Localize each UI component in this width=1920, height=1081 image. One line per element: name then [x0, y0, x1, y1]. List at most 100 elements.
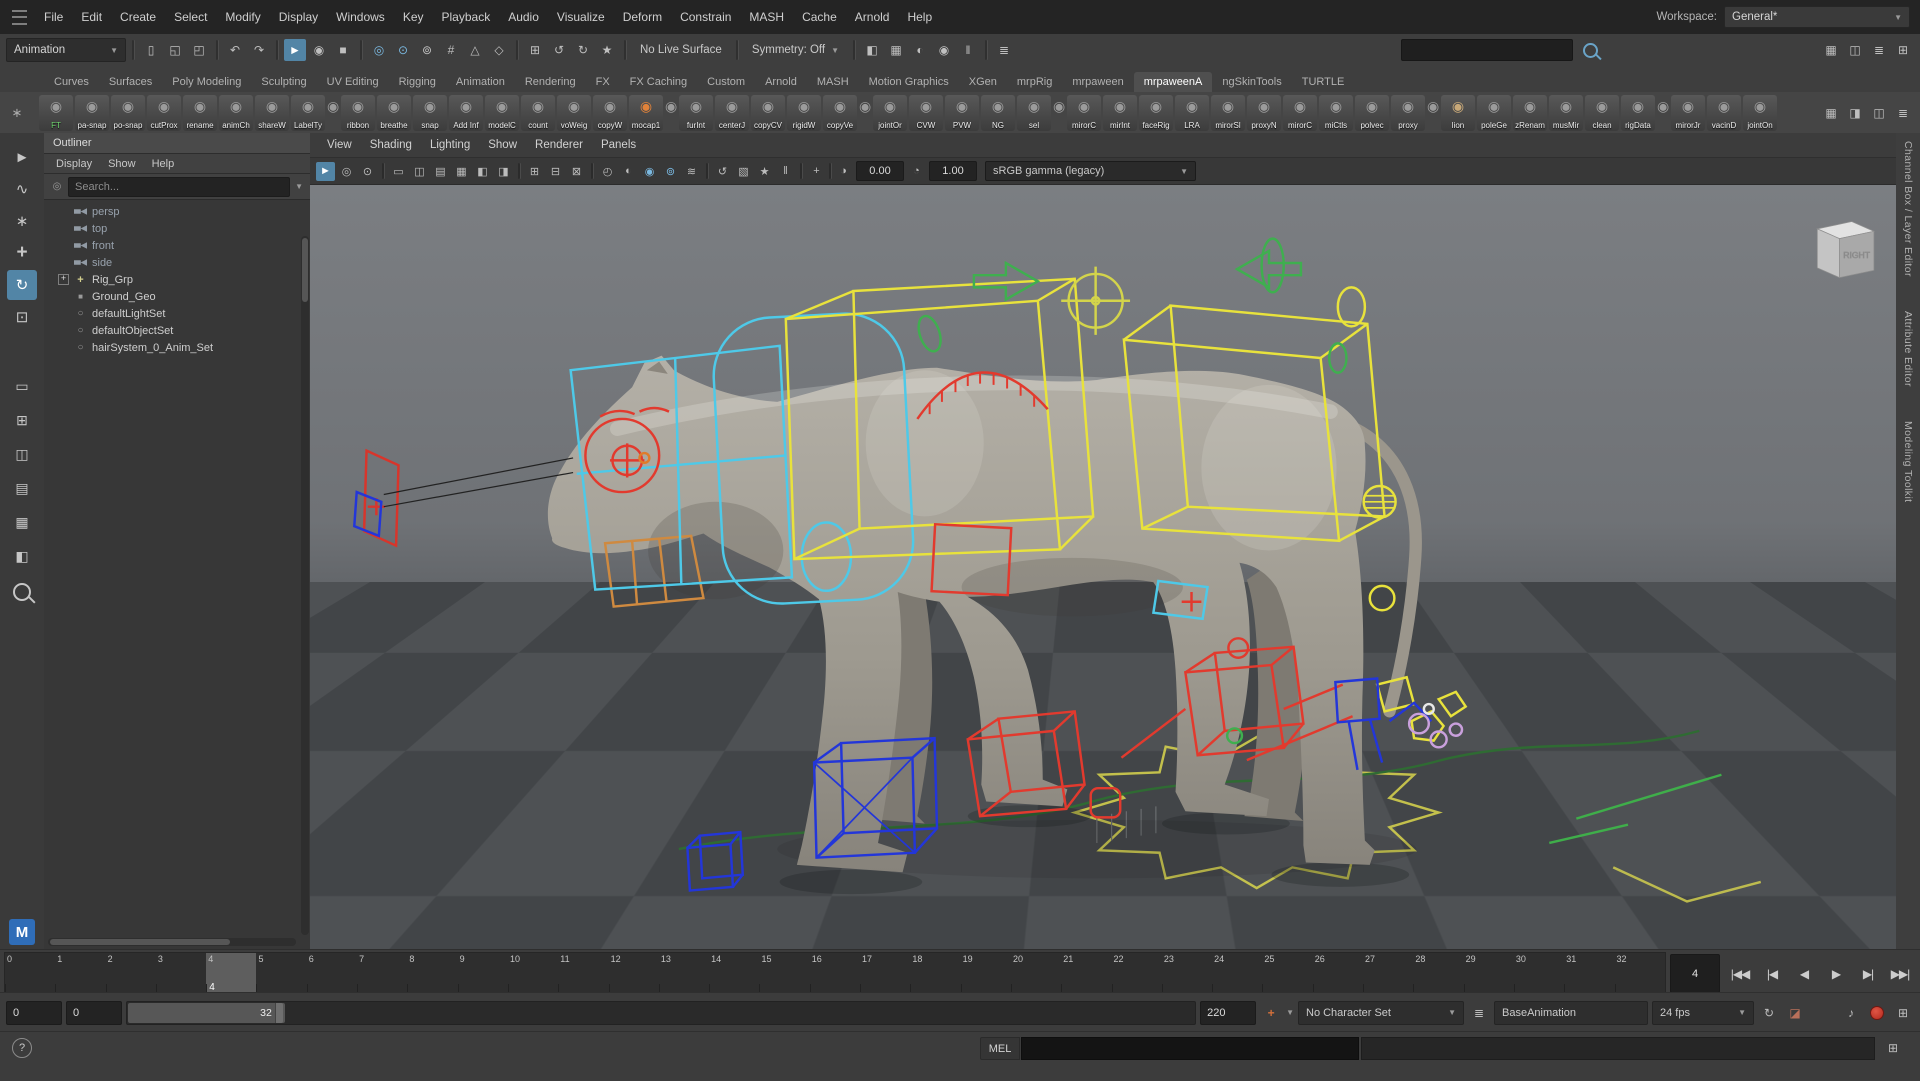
outliner-item[interactable]: side [44, 254, 310, 271]
shelf-option-icon[interactable]: ◨ [1844, 102, 1866, 124]
status-icon[interactable] [360, 40, 362, 60]
viewport-toolbar-icon[interactable]: ↺ [713, 162, 732, 181]
viewport-menu-item[interactable]: Show [479, 139, 526, 151]
timeline-frame[interactable]: 18 18 [910, 953, 960, 994]
shelf-tab[interactable]: Arnold [755, 72, 807, 92]
status-icon[interactable]: ◉ [308, 39, 330, 61]
shelf-button[interactable]: ◉ proxyN [1247, 95, 1281, 131]
viewport-menu-item[interactable]: Renderer [526, 139, 592, 151]
shelf-button[interactable]: ◉ mirInt [1103, 95, 1137, 131]
viewport-toolbar-icon[interactable]: ⊠ [567, 162, 586, 181]
right-panel-tab[interactable]: Attribute Editor [1902, 311, 1914, 387]
shelf-tab[interactable]: UV Editing [317, 72, 389, 92]
outliner-menu-item[interactable]: Show [100, 158, 144, 170]
viewport-toolbar-icon[interactable]: ◧ [473, 162, 492, 181]
viewport-toolbar-icon[interactable]: ▭ [389, 162, 408, 181]
timeline-frame[interactable]: 22 22 [1112, 953, 1162, 994]
timeline-frame[interactable]: 26 26 [1313, 953, 1363, 994]
shelf-button[interactable]: ◉ [1657, 95, 1669, 131]
status-icon[interactable]: # [440, 39, 462, 61]
timeline-frame[interactable]: 24 24 [1212, 953, 1262, 994]
timeline-frame[interactable]: 9 9 [458, 953, 508, 994]
render-icon[interactable]: ◐ [909, 39, 931, 61]
status-icon[interactable]: ◇ [488, 39, 510, 61]
viewport-toolbar-icon[interactable]: ◫ [410, 162, 429, 181]
timeline-frame[interactable]: 30 30 [1514, 953, 1564, 994]
status-icon[interactable]: ⊚ [416, 39, 438, 61]
menu-item[interactable]: Display [270, 0, 327, 34]
menu-item[interactable]: Edit [72, 0, 111, 34]
viewport-toolbar-icon[interactable]: ▧ [734, 162, 753, 181]
menu-item[interactable]: Key [394, 0, 433, 34]
shelf-button[interactable]: ◉ LabelTy [291, 95, 325, 131]
outliner-title[interactable]: Outliner [44, 133, 310, 154]
playback-button[interactable]: |◀ [1756, 957, 1788, 991]
timeline-frame[interactable]: 25 25 [1262, 953, 1312, 994]
expand-icon[interactable]: + [58, 274, 69, 285]
timeline-frame[interactable]: 6 6 [307, 953, 357, 994]
search-icon[interactable] [1583, 43, 1598, 58]
shelf-tab[interactable]: Motion Graphics [859, 72, 959, 92]
viewport-toolbar-icon[interactable]: ⊚ [661, 162, 680, 181]
shelf-tab[interactable]: Surfaces [99, 72, 162, 92]
right-panel-tab[interactable]: Modeling Toolkit [1902, 421, 1914, 503]
shelf-button[interactable]: ◉ breathe [377, 95, 411, 131]
shelf-button[interactable]: ◉ furInt [679, 95, 713, 131]
shelf-button[interactable]: ◉ proxy [1391, 95, 1425, 131]
status-icon[interactable] [516, 40, 518, 60]
outliner-vertical-scrollbar[interactable] [301, 236, 309, 935]
layout-button[interactable]: ▦ [7, 507, 37, 537]
shelf-button[interactable]: ◉ sel [1017, 95, 1051, 131]
shelf-tab[interactable]: MASH [807, 72, 859, 92]
menu-item[interactable]: Arnold [846, 0, 899, 34]
status-icon[interactable]: ◰ [188, 39, 210, 61]
view-cube[interactable]: RIGHT [1817, 222, 1874, 278]
shelf-button[interactable]: ◉ [859, 95, 871, 131]
layout-button[interactable]: ▭ [7, 371, 37, 401]
status-icon[interactable] [216, 40, 218, 60]
shelf-button[interactable]: ◉ lion [1441, 95, 1475, 131]
render-icon[interactable]: ◉ [933, 39, 955, 61]
timeline-frame[interactable]: 28 28 [1413, 953, 1463, 994]
shelf-tab[interactable]: Rendering [515, 72, 586, 92]
viewport-toolbar-icon[interactable]: ≋ [682, 162, 701, 181]
shelf-button[interactable]: ◉ shareW [255, 95, 289, 131]
layout-button[interactable]: ◧ [7, 541, 37, 571]
shelf-button[interactable]: ◉ mirorJr [1671, 95, 1705, 131]
timeline-frame[interactable]: 16 16 [810, 953, 860, 994]
status-icon[interactable]: ↺ [548, 39, 570, 61]
command-input[interactable] [1021, 1037, 1359, 1060]
anim-layer-dropdown[interactable]: BaseAnimation [1494, 1001, 1648, 1025]
shelf-button[interactable]: ◉ voWeig [557, 95, 591, 131]
viewport-toolbar-icon[interactable]: ★ [755, 162, 774, 181]
timeline-frame[interactable]: 10 10 [508, 953, 558, 994]
status-icon[interactable]: ↷ [248, 39, 270, 61]
timeline-frame[interactable]: 29 29 [1464, 953, 1514, 994]
playback-start-field[interactable]: 0 [66, 1001, 122, 1025]
viewport-toolbar-icon[interactable]: ⊞ [525, 162, 544, 181]
timeline-frame[interactable]: 20 20 [1011, 953, 1061, 994]
timeline-frame[interactable]: 27 27 [1363, 953, 1413, 994]
menu-item[interactable]: Deform [614, 0, 671, 34]
status-icon[interactable]: ↻ [572, 39, 594, 61]
render-icon[interactable]: ≣ [993, 39, 1015, 61]
status-icon[interactable]: ⊙ [392, 39, 414, 61]
shelf-tab[interactable]: mrpaween [1062, 72, 1133, 92]
viewport-toolbar-icon[interactable] [382, 163, 384, 179]
outliner-item[interactable]: top [44, 220, 310, 237]
timeline-frame[interactable]: 1 1 [55, 953, 105, 994]
timeline-frame[interactable]: 5 5 [256, 953, 306, 994]
shelf-tab[interactable]: mrpRig [1007, 72, 1062, 92]
symmetry-dropdown[interactable]: Symmetry: Off▼ [744, 39, 847, 61]
outliner-item[interactable]: defaultLightSet [44, 305, 310, 322]
shelf-button[interactable]: ◉ FT [39, 95, 73, 131]
fps-dropdown[interactable]: 24 fps ▼ [1652, 1001, 1754, 1025]
shelf-button[interactable]: ◉ PVW [945, 95, 979, 131]
shelf-button[interactable]: ◉ rigidW [787, 95, 821, 131]
layout-button[interactable]: ◫ [7, 439, 37, 469]
viewport-toolbar-icon[interactable]: ⊟ [546, 162, 565, 181]
shelf-tab[interactable]: Sculpting [251, 72, 316, 92]
tool-button[interactable]: + [7, 238, 37, 268]
shelf-button[interactable]: ◉ faceRig [1139, 95, 1173, 131]
menu-item[interactable]: Cache [793, 0, 846, 34]
